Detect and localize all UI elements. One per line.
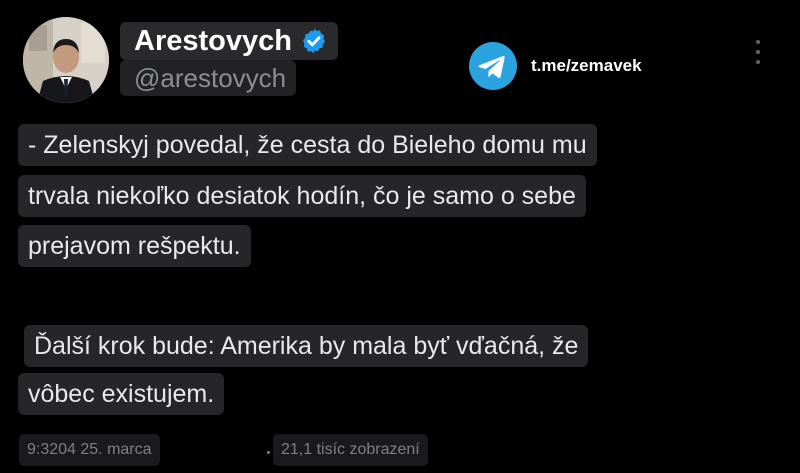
meta-separator-dot <box>267 451 270 454</box>
post-line: vôbec existujem. <box>18 373 225 415</box>
post-line: - Zelenskyj povedal, že cesta do Bieleho… <box>18 124 597 166</box>
author-name-row[interactable]: Arestovych <box>120 22 338 60</box>
telegram-promo[interactable]: t.me/zemavek <box>469 42 642 90</box>
telegram-link[interactable]: t.me/zemavek <box>531 56 642 76</box>
telegram-icon <box>469 42 517 90</box>
avatar[interactable] <box>23 17 109 103</box>
post-timestamp[interactable]: 9:3204 25. marca <box>19 434 160 466</box>
menu-dot <box>756 60 760 64</box>
post-line: Ďalší krok bude: Amerika by mala byť vďa… <box>24 325 589 367</box>
post-line: prejavom rešpektu. <box>18 225 251 267</box>
post-line: trvala niekoľko desiatok hodín, čo je sa… <box>18 175 586 217</box>
menu-dot <box>756 50 760 54</box>
view-count[interactable]: 21,1 tisíc zobrazení <box>273 434 428 466</box>
avatar-photo <box>23 17 109 103</box>
verified-badge-icon <box>302 28 326 54</box>
more-vertical-icon[interactable] <box>750 36 766 68</box>
author-handle[interactable]: @arestovych <box>134 63 286 94</box>
menu-dot <box>756 40 760 44</box>
author-name[interactable]: Arestovych <box>134 25 292 58</box>
author-handle-row[interactable]: @arestovych <box>120 60 297 96</box>
